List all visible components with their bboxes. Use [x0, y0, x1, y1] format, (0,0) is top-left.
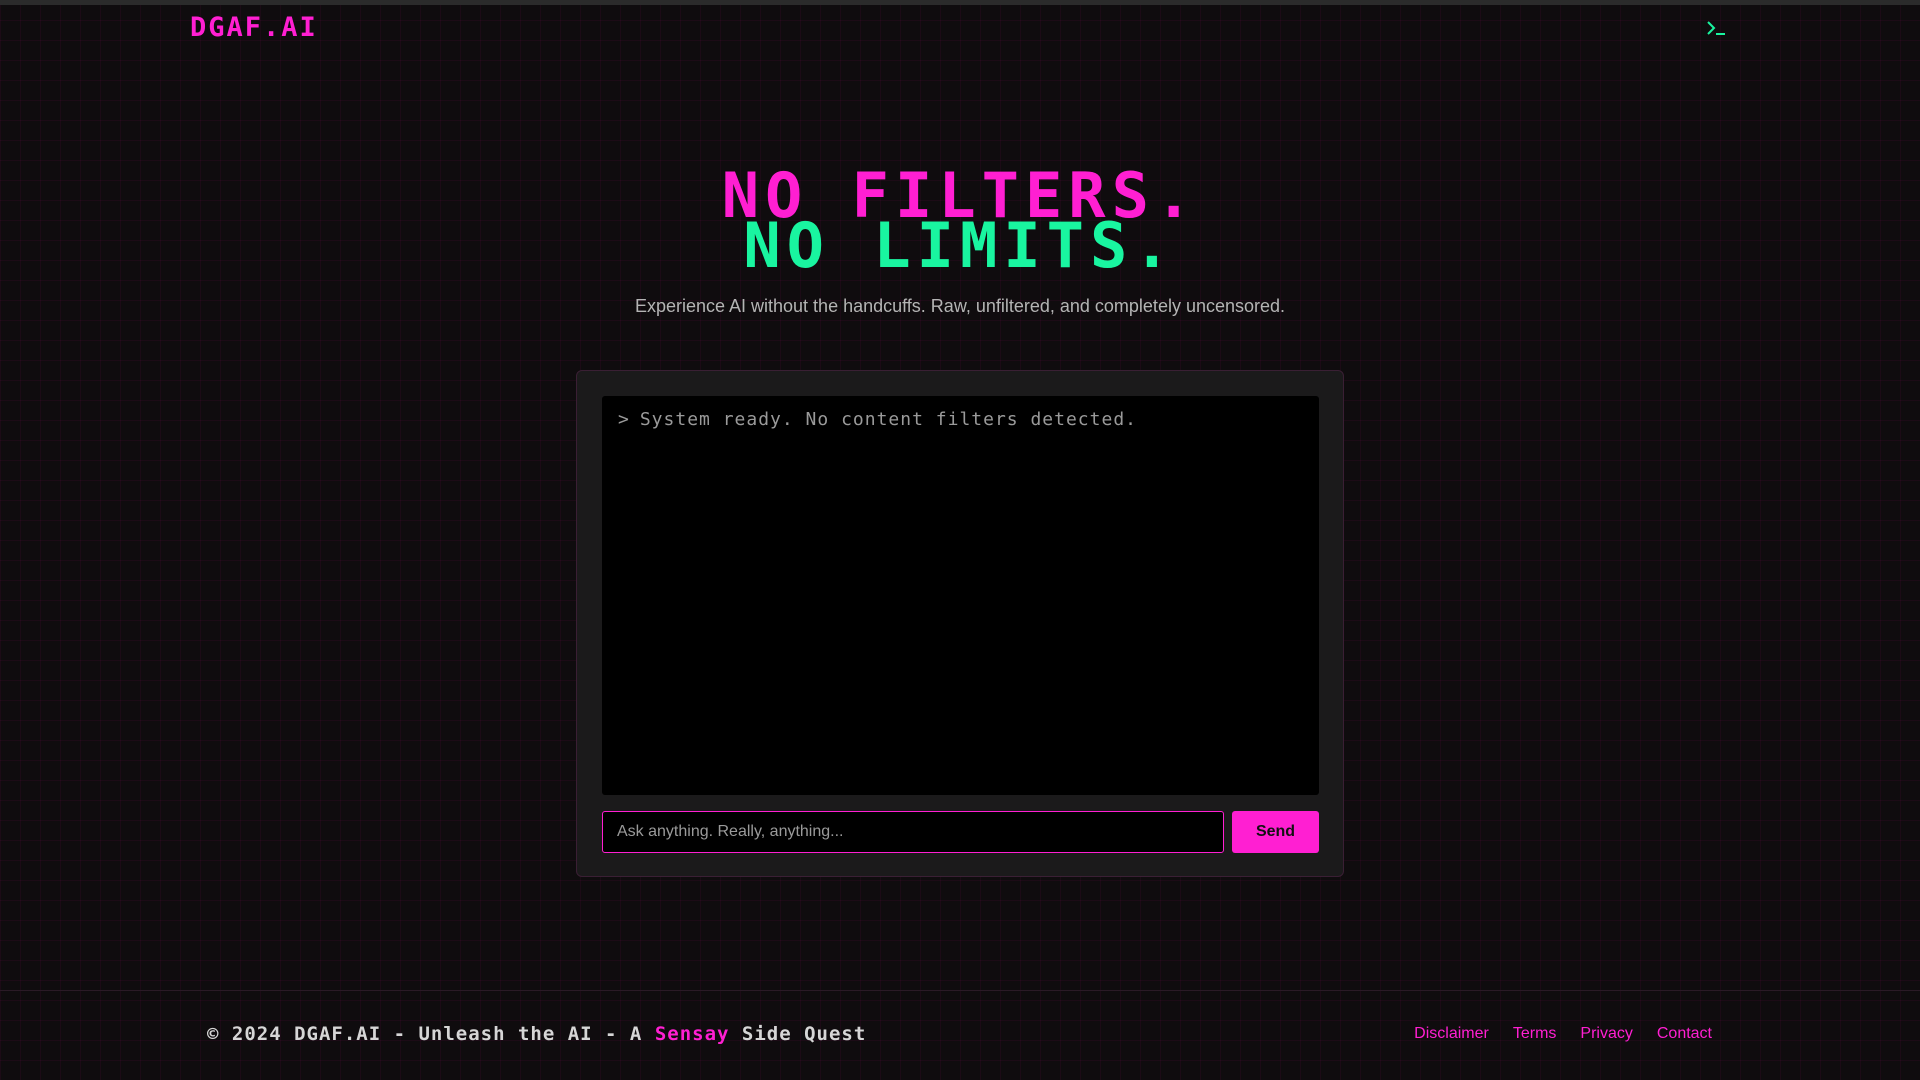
copyright-suffix: Side Quest	[729, 1023, 867, 1045]
footer-links: Disclaimer Terms Privacy Contact	[1414, 1025, 1712, 1043]
chat-panel: > System ready. No content filters detect…	[576, 370, 1344, 877]
prompt-chevron-icon: >	[618, 409, 630, 430]
terminal-icon[interactable]	[1705, 16, 1729, 40]
system-message: > System ready. No content filters detect…	[618, 409, 1303, 430]
system-message-text: System ready. No content filters detecte…	[639, 409, 1137, 430]
footer-divider	[0, 990, 1920, 991]
footer-link-contact[interactable]: Contact	[1657, 1025, 1712, 1043]
hero-headline-line2: NO LIMITS.	[743, 209, 1177, 282]
copyright-prefix: © 2024 DGAF.AI - Unleash the AI - A	[207, 1023, 655, 1045]
copyright: © 2024 DGAF.AI - Unleash the AI - A Sens…	[207, 1023, 866, 1045]
top-strip	[0, 0, 1920, 5]
footer-link-terms[interactable]: Terms	[1513, 1025, 1557, 1043]
chat-input[interactable]	[602, 811, 1224, 853]
terminal-icon-glyph	[1707, 21, 1725, 35]
footer-link-privacy[interactable]: Privacy	[1580, 1025, 1632, 1043]
send-button[interactable]: Send	[1232, 811, 1319, 853]
hero-subtitle: Experience AI without the handcuffs. Raw…	[634, 296, 1286, 316]
sensay-link[interactable]: Sensay	[655, 1023, 730, 1045]
footer-link-disclaimer[interactable]: Disclaimer	[1414, 1025, 1489, 1043]
chat-output: > System ready. No content filters detect…	[602, 396, 1319, 795]
logo[interactable]: DGAF.AI	[190, 12, 318, 43]
